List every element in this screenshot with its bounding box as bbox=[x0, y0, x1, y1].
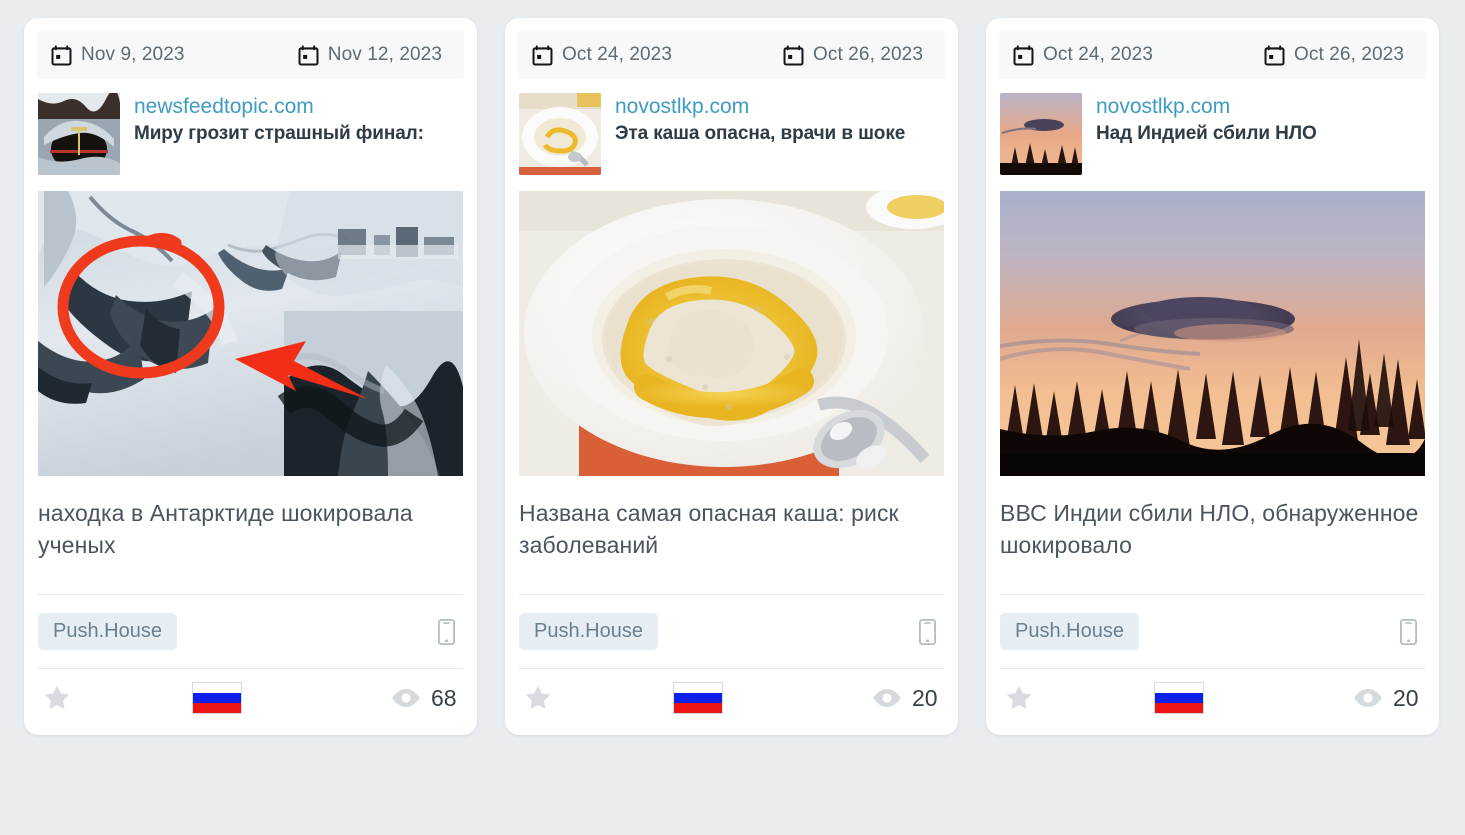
push-source-text: newsfeedtopic.com Миру грозит страшный ф… bbox=[134, 93, 424, 147]
eye-icon bbox=[1354, 689, 1382, 707]
push-title: Миру грозит страшный финал: bbox=[134, 123, 424, 145]
end-date: Nov 12, 2023 bbox=[298, 44, 442, 66]
start-date: Nov 9, 2023 bbox=[51, 44, 185, 66]
source-domain[interactable]: novostlkp.com bbox=[615, 94, 905, 120]
end-date: Oct 26, 2023 bbox=[783, 44, 923, 66]
end-date: Oct 26, 2023 bbox=[1264, 44, 1404, 66]
calendar-icon bbox=[298, 44, 319, 65]
ad-body-text: Названа самая опасная каша: риск заболев… bbox=[519, 500, 899, 558]
favorite-toggle[interactable] bbox=[1000, 683, 1034, 713]
start-date-text: Oct 24, 2023 bbox=[1043, 44, 1153, 65]
calendar-icon bbox=[532, 44, 553, 65]
russia-flag-icon bbox=[673, 683, 722, 713]
meta-row: Push.House bbox=[505, 595, 958, 668]
source-domain[interactable]: newsfeedtopic.com bbox=[134, 94, 424, 120]
ad-body-text: находка в Антарктиде шокировала ученых bbox=[38, 500, 413, 558]
card-footer: 20 bbox=[986, 669, 1439, 735]
country-cell bbox=[553, 683, 872, 713]
creative-image[interactable] bbox=[1000, 191, 1425, 476]
start-date-text: Oct 24, 2023 bbox=[562, 44, 672, 65]
date-range-bar: Nov 9, 2023 Nov 12, 2023 bbox=[37, 31, 464, 79]
push-thumbnail bbox=[1000, 93, 1082, 175]
start-date-text: Nov 9, 2023 bbox=[81, 44, 185, 65]
country-cell bbox=[1034, 683, 1353, 713]
date-range-bar: Oct 24, 2023 Oct 26, 2023 bbox=[518, 31, 945, 79]
eye-icon bbox=[392, 689, 420, 707]
meta-row: Push.House bbox=[986, 595, 1439, 668]
views-count: 20 bbox=[1393, 684, 1419, 711]
push-preview: novostlkp.com Эта каша опасна, врачи в ш… bbox=[505, 79, 958, 175]
antarctica-snow-red-circle-arrow-image bbox=[38, 191, 463, 476]
ad-card[interactable]: Nov 9, 2023 Nov 12, 2023 newsfeedtopic.c… bbox=[24, 18, 477, 735]
calendar-icon bbox=[51, 44, 72, 65]
star-icon bbox=[525, 685, 551, 709]
push-preview: newsfeedtopic.com Миру грозит страшный ф… bbox=[24, 79, 477, 175]
date-range-bar: Oct 24, 2023 Oct 26, 2023 bbox=[999, 31, 1426, 79]
views-cell: 68 bbox=[391, 685, 463, 712]
ad-body-text: ВВС Индии сбили НЛО, обнаруженное шокиро… bbox=[1000, 500, 1419, 558]
calendar-icon bbox=[1013, 44, 1034, 65]
source-domain[interactable]: novostlkp.com bbox=[1096, 94, 1317, 120]
network-badge[interactable]: Push.House bbox=[38, 613, 177, 650]
mobile-phone-icon bbox=[919, 618, 936, 645]
favorite-toggle[interactable] bbox=[38, 683, 72, 713]
push-thumbnail bbox=[519, 93, 601, 175]
start-date: Oct 24, 2023 bbox=[532, 44, 672, 66]
push-title: Над Индией сбили НЛО bbox=[1096, 123, 1317, 145]
creative-image[interactable] bbox=[38, 191, 463, 476]
creative-image[interactable] bbox=[519, 191, 944, 476]
network-badge[interactable]: Push.House bbox=[519, 613, 658, 650]
push-thumbnail bbox=[38, 93, 120, 175]
star-icon bbox=[44, 685, 70, 709]
meta-row: Push.House bbox=[24, 595, 477, 668]
card-footer: 68 bbox=[24, 669, 477, 735]
end-date-text: Oct 26, 2023 bbox=[1294, 44, 1404, 65]
ad-cards-board: Nov 9, 2023 Nov 12, 2023 newsfeedtopic.c… bbox=[0, 0, 1465, 835]
eye-icon bbox=[873, 689, 901, 707]
ad-card[interactable]: Oct 24, 2023 Oct 26, 2023 novostlkp.com … bbox=[505, 18, 958, 735]
ad-card[interactable]: Oct 24, 2023 Oct 26, 2023 novostlkp.com … bbox=[986, 18, 1439, 735]
ufo-lenticular-cloud-over-sunset-treeline-image bbox=[1000, 191, 1425, 476]
russia-flag-icon bbox=[1154, 683, 1203, 713]
country-cell bbox=[72, 683, 391, 713]
push-source-text: novostlkp.com Эта каша опасна, врачи в ш… bbox=[615, 93, 905, 147]
end-date-text: Nov 12, 2023 bbox=[327, 44, 442, 65]
start-date: Oct 24, 2023 bbox=[1013, 44, 1153, 66]
push-title: Эта каша опасна, врачи в шоке bbox=[615, 123, 906, 145]
push-preview: novostlkp.com Над Индией сбили НЛО bbox=[986, 79, 1439, 175]
porridge-bowl-image bbox=[519, 93, 601, 175]
views-count: 68 bbox=[431, 684, 457, 711]
network-badge[interactable]: Push.House bbox=[1000, 613, 1139, 650]
views-count: 20 bbox=[912, 684, 938, 711]
end-date-text: Oct 26, 2023 bbox=[813, 44, 923, 65]
mobile-phone-icon bbox=[438, 618, 455, 645]
porridge-plate-with-honey-and-spoon-image bbox=[519, 191, 944, 476]
push-source-text: novostlkp.com Над Индией сбили НЛО bbox=[1096, 93, 1317, 147]
antarctica-ice-cave-image bbox=[38, 93, 120, 175]
favorite-toggle[interactable] bbox=[519, 683, 553, 713]
calendar-icon bbox=[1264, 44, 1285, 65]
star-icon bbox=[1006, 685, 1032, 709]
calendar-icon bbox=[783, 44, 804, 65]
views-cell: 20 bbox=[1353, 685, 1425, 712]
mobile-phone-icon bbox=[1400, 618, 1417, 645]
ufo-sunset-trees-image bbox=[1000, 93, 1082, 175]
views-cell: 20 bbox=[872, 685, 944, 712]
card-footer: 20 bbox=[505, 669, 958, 735]
russia-flag-icon bbox=[192, 683, 241, 713]
